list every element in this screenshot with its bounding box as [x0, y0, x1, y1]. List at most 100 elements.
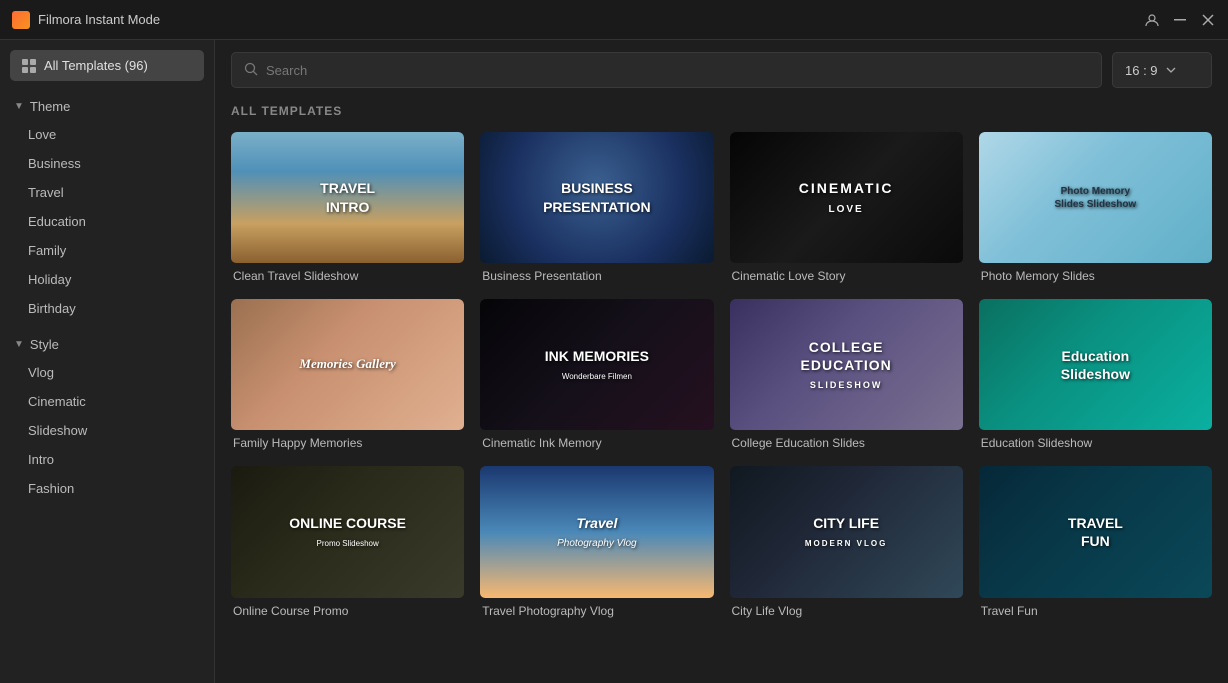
- template-card-travel-fun[interactable]: TRAVELFUN Travel Fun: [979, 466, 1212, 617]
- template-label-photo-memory: Photo Memory Slides: [979, 269, 1212, 283]
- chevron-down-icon: [1166, 67, 1176, 73]
- sidebar-item-vlog-label: Vlog: [28, 365, 54, 380]
- thumb-text-online: ONLINE COURSEPromo Slideshow: [285, 510, 410, 554]
- template-label-travel-fun: Travel Fun: [979, 604, 1212, 618]
- sidebar-item-intro[interactable]: Intro: [0, 445, 214, 474]
- sidebar-item-love-label: Love: [28, 127, 56, 142]
- template-thumb-family: Memories Gallery: [231, 299, 464, 430]
- sidebar-item-slideshow-label: Slideshow: [28, 423, 87, 438]
- templates-area: ALL TEMPLATES TRAVELINTRO Clean Travel S…: [215, 100, 1228, 683]
- sidebar-item-travel[interactable]: Travel: [0, 178, 214, 207]
- all-templates-button[interactable]: All Templates (96): [10, 50, 204, 81]
- titlebar-controls: [1144, 12, 1216, 28]
- template-thumb-city: CITY LIFEMODERN VLOG: [730, 466, 963, 597]
- aspect-ratio-label: 16 : 9: [1125, 63, 1158, 78]
- template-label-travel: Clean Travel Slideshow: [231, 269, 464, 283]
- content-area: 16 : 9 ALL TEMPLATES TRAVELINTRO Clean T…: [215, 40, 1228, 683]
- sidebar-item-education-label: Education: [28, 214, 86, 229]
- template-card-cinematic-ink[interactable]: INK MEMORIESWonderbare Filmen Cinematic …: [480, 299, 713, 450]
- template-card-travel-photo[interactable]: TravelPhotography Vlog Travel Photograph…: [480, 466, 713, 617]
- all-templates-label: All Templates (96): [44, 58, 148, 73]
- style-chevron: ▼: [14, 339, 24, 350]
- template-card-city-life[interactable]: CITY LIFEMODERN VLOG City Life Vlog: [730, 466, 963, 617]
- user-icon[interactable]: [1144, 12, 1160, 28]
- theme-chevron: ▼: [14, 101, 24, 112]
- sidebar-item-vlog[interactable]: Vlog: [0, 358, 214, 387]
- titlebar: Filmora Instant Mode: [0, 0, 1228, 40]
- template-thumb-online: ONLINE COURSEPromo Slideshow: [231, 466, 464, 597]
- template-thumb-travel-photo: TravelPhotography Vlog: [480, 466, 713, 597]
- sidebar-item-cinematic[interactable]: Cinematic: [0, 387, 214, 416]
- template-card-business[interactable]: BUSINESSPRESENTATION Business Presentati…: [480, 132, 713, 283]
- minimize-button[interactable]: [1172, 12, 1188, 28]
- thumb-text-edu-slide: EducationSlideshow: [1057, 343, 1134, 387]
- template-thumb-photo: Photo MemorySlides Slideshow: [979, 132, 1212, 263]
- sidebar-item-travel-label: Travel: [28, 185, 64, 200]
- sidebar-item-fashion[interactable]: Fashion: [0, 474, 214, 503]
- sidebar-item-fashion-label: Fashion: [28, 481, 74, 496]
- template-card-family-happy[interactable]: Memories Gallery Family Happy Memories: [231, 299, 464, 450]
- thumb-text-photo: Photo MemorySlides Slideshow: [1051, 181, 1141, 215]
- template-card-online-course[interactable]: ONLINE COURSEPromo Slideshow Online Cour…: [231, 466, 464, 617]
- sidebar-item-love[interactable]: Love: [0, 120, 214, 149]
- template-label-cinematic-ink: Cinematic Ink Memory: [480, 436, 713, 450]
- thumb-text-ink: INK MEMORIESWonderbare Filmen: [541, 343, 653, 387]
- template-thumb-travel: TRAVELINTRO: [231, 132, 464, 263]
- search-input-wrap: [231, 52, 1102, 88]
- close-button[interactable]: [1200, 12, 1216, 28]
- template-label-edu-slideshow: Education Slideshow: [979, 436, 1212, 450]
- template-label-college: College Education Slides: [730, 436, 963, 450]
- style-section-header[interactable]: ▼ Style: [0, 331, 214, 358]
- search-input[interactable]: [266, 53, 1089, 87]
- grid-icon: [22, 59, 36, 73]
- sidebar-item-birthday-label: Birthday: [28, 301, 76, 316]
- template-thumb-college: COLLEGEEDUCATIONSLIDESHOW: [730, 299, 963, 430]
- thumb-text-business: BUSINESSPRESENTATION: [539, 175, 655, 219]
- template-thumb-cinematic: CINEMATICLOVE: [730, 132, 963, 263]
- section-title: ALL TEMPLATES: [231, 104, 1212, 118]
- template-card-clean-travel[interactable]: TRAVELINTRO Clean Travel Slideshow: [231, 132, 464, 283]
- theme-section-header[interactable]: ▼ Theme: [0, 93, 214, 120]
- sidebar: All Templates (96) ▼ Theme Love Business…: [0, 40, 215, 683]
- sidebar-item-business-label: Business: [28, 156, 81, 171]
- thumb-text-college: COLLEGEEDUCATIONSLIDESHOW: [797, 334, 896, 397]
- template-thumb-travel-fun: TRAVELFUN: [979, 466, 1212, 597]
- template-card-photo-memory[interactable]: Photo MemorySlides Slideshow Photo Memor…: [979, 132, 1212, 283]
- sidebar-item-slideshow[interactable]: Slideshow: [0, 416, 214, 445]
- aspect-ratio-dropdown[interactable]: 16 : 9: [1112, 52, 1212, 88]
- template-card-edu-slideshow[interactable]: EducationSlideshow Education Slideshow: [979, 299, 1212, 450]
- template-card-college[interactable]: COLLEGEEDUCATIONSLIDESHOW College Educat…: [730, 299, 963, 450]
- template-label-online-course: Online Course Promo: [231, 604, 464, 618]
- thumb-text-travel-fun: TRAVELFUN: [1064, 510, 1127, 554]
- template-label-city-life: City Life Vlog: [730, 604, 963, 618]
- template-thumb-business: BUSINESSPRESENTATION: [480, 132, 713, 263]
- thumb-text-travel-photo: TravelPhotography Vlog: [553, 510, 641, 554]
- app-logo: [12, 11, 30, 29]
- thumb-text-family: Memories Gallery: [295, 352, 399, 377]
- main-layout: All Templates (96) ▼ Theme Love Business…: [0, 40, 1228, 683]
- sidebar-item-intro-label: Intro: [28, 452, 54, 467]
- sidebar-item-family-label: Family: [28, 243, 66, 258]
- theme-label: Theme: [30, 99, 70, 114]
- thumb-text-city: CITY LIFEMODERN VLOG: [801, 510, 891, 554]
- sidebar-item-education[interactable]: Education: [0, 207, 214, 236]
- style-label: Style: [30, 337, 59, 352]
- sidebar-item-holiday-label: Holiday: [28, 272, 71, 287]
- sidebar-section-style: ▼ Style Vlog Cinematic Slideshow Intro F…: [0, 327, 214, 507]
- template-label-cinematic-love: Cinematic Love Story: [730, 269, 963, 283]
- titlebar-left: Filmora Instant Mode: [12, 11, 160, 29]
- app-title: Filmora Instant Mode: [38, 12, 160, 27]
- template-card-cinematic-love[interactable]: CINEMATICLOVE Cinematic Love Story: [730, 132, 963, 283]
- template-label-travel-photo: Travel Photography Vlog: [480, 604, 713, 618]
- sidebar-item-family[interactable]: Family: [0, 236, 214, 265]
- template-thumb-edu-slide: EducationSlideshow: [979, 299, 1212, 430]
- sidebar-item-business[interactable]: Business: [0, 149, 214, 178]
- template-thumb-ink: INK MEMORIESWonderbare Filmen: [480, 299, 713, 430]
- template-label-business: Business Presentation: [480, 269, 713, 283]
- sidebar-item-cinematic-label: Cinematic: [28, 394, 86, 409]
- search-icon: [244, 62, 258, 79]
- templates-grid: TRAVELINTRO Clean Travel Slideshow BUSIN…: [231, 132, 1212, 618]
- sidebar-item-birthday[interactable]: Birthday: [0, 294, 214, 323]
- thumb-text-cinematic: CINEMATICLOVE: [795, 175, 898, 219]
- sidebar-item-holiday[interactable]: Holiday: [0, 265, 214, 294]
